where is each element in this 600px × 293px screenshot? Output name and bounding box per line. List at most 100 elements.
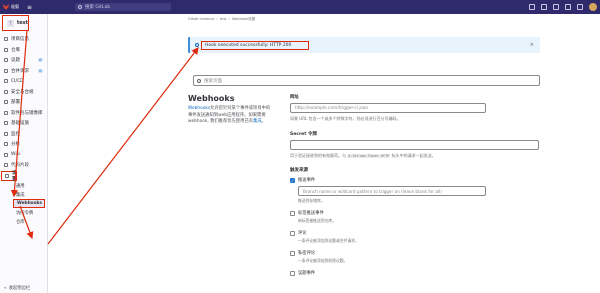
sidebar-item-snippets[interactable]: 代码片段: [0, 160, 47, 171]
search-icon: [78, 5, 82, 9]
sidebar-item-label: 仓库: [11, 47, 20, 53]
breadcrumb: Gitlab Instance › test › Webhook设置: [188, 17, 256, 21]
checkbox-icon[interactable]: [290, 250, 295, 256]
settings-search-placeholder: 搜索页面: [204, 78, 222, 84]
sidebar-item-merge-requests[interactable]: 合并请求 0: [0, 66, 47, 77]
trigger-confidential-comments[interactable]: 私密评论 一条评论被添加到机密议题。: [290, 250, 542, 264]
top-navbar: 极狐 ≡ 搜索 GitLab: [0, 0, 600, 14]
secret-label: Secret 令牌: [290, 132, 317, 137]
sidebar-item-project-info[interactable]: 项目信息: [0, 34, 47, 45]
trigger-tag-desc: 新标签被推送到仓库。: [298, 218, 336, 223]
sidebar-item-cicd[interactable]: CI/CD: [0, 76, 47, 87]
trigger-tag-push[interactable]: 标签推送事件 新标签被推送到仓库。: [290, 210, 542, 224]
sidebar-sub-repository[interactable]: 仓库: [0, 217, 47, 226]
branch-filter-input[interactable]: Branch name or wildcard pattern to trigg…: [298, 186, 486, 196]
shield-icon: [4, 89, 8, 94]
search-icon: [197, 78, 201, 83]
integrations-link[interactable]: 集成: [253, 119, 262, 124]
checkbox-checked-icon[interactable]: ✓: [290, 177, 295, 183]
merge-request-icon[interactable]: [553, 4, 559, 10]
sidebar-item-repository[interactable]: 仓库: [0, 45, 47, 56]
collapse-sidebar-button[interactable]: « 收起侧边栏: [4, 285, 31, 292]
mr-count-badge: 0: [37, 68, 43, 73]
topbar-actions: [529, 3, 597, 11]
sidebar-sub-integrations[interactable]: 集成: [0, 190, 47, 199]
sidebar-item-infrastructure[interactable]: 基础设施: [0, 118, 47, 129]
plus-icon[interactable]: [529, 4, 535, 10]
trigger-label: 触发来源: [290, 168, 308, 173]
trigger-confidential-label: 私密评论: [298, 251, 316, 256]
package-icon: [4, 110, 8, 115]
success-alert: Hook executed successfully: HTTP 200 ×: [188, 37, 540, 53]
breadcrumb-item[interactable]: Webhook设置: [232, 17, 255, 21]
sidebar-sub-webhooks[interactable]: Webhooks: [13, 199, 45, 208]
info-icon: [195, 43, 199, 47]
sidebar-item-packages[interactable]: 软件包与镜像库: [0, 108, 47, 119]
sidebar-project-header[interactable]: T test: [2, 15, 29, 31]
user-avatar[interactable]: [589, 3, 597, 11]
merge-request-icon: [4, 68, 8, 73]
sidebar-item-analytics[interactable]: 分析: [0, 139, 47, 150]
sidebar-item-label: Wiki: [11, 152, 21, 158]
sidebar-item-label: 分析: [11, 142, 20, 148]
issues-icon[interactable]: [541, 4, 547, 10]
rocket-icon: [4, 79, 8, 84]
sidebar-item-label: 合并请求: [11, 68, 29, 74]
url-field[interactable]: http://example.com/trigger-ci.json: [290, 103, 486, 113]
sidebar-item-settings[interactable]: 设置: [1, 170, 17, 182]
menu-icon[interactable]: ≡: [27, 4, 37, 11]
close-icon[interactable]: ×: [530, 42, 534, 48]
global-search-input[interactable]: 搜索 GitLab: [75, 3, 171, 11]
page-title: Webhooks: [188, 94, 235, 103]
sidebar-item-issues[interactable]: 议题 0: [0, 55, 47, 66]
url-label: 网址: [290, 95, 299, 100]
project-name: test: [16, 20, 28, 26]
url-hint: 如果 URL 包含一个或多个特殊字符，则必须进行百分号编码。: [290, 116, 401, 121]
sidebar-item-monitor[interactable]: 监控: [0, 129, 47, 140]
checkbox-icon[interactable]: [290, 210, 295, 216]
sidebar-item-wiki[interactable]: Wiki: [0, 150, 47, 161]
chart-icon: [4, 142, 8, 147]
trigger-push[interactable]: ✓ 推送事件 Branch name or wildcard pattern t…: [290, 177, 542, 204]
sidebar-sub-general[interactable]: 通用: [0, 181, 47, 190]
monitor-icon: [4, 131, 8, 136]
sidebar-item-label: CI/CD: [11, 78, 24, 84]
intro-text: Webhooks允许您针对某个事件或项目中的事件发送通知到web应用程序。如果需…: [188, 106, 271, 124]
sidebar-item-label: 部署: [11, 100, 20, 106]
breadcrumb-item[interactable]: test: [220, 17, 227, 21]
checkbox-icon[interactable]: [290, 230, 295, 236]
breadcrumb-item[interactable]: Gitlab Instance: [188, 17, 214, 21]
trigger-issues[interactable]: 议题事件: [290, 270, 542, 276]
sidebar-item-label: 议题: [11, 58, 20, 64]
trigger-comments[interactable]: 评论 一条评论被添加到议题或合并请求。: [290, 230, 542, 244]
webhooks-doc-link[interactable]: Webhooks: [188, 106, 210, 111]
trigger-confidential-desc: 一条评论被添加到机密议题。: [298, 258, 348, 263]
webhook-form: 网址 http://example.com/trigger-ci.json 如果…: [290, 94, 542, 276]
gitlab-logo-icon[interactable]: [3, 4, 9, 10]
settings-search-input[interactable]: 搜索页面: [193, 75, 540, 86]
issues-icon: [4, 58, 8, 63]
secret-token-field[interactable]: [290, 140, 539, 150]
sidebar-sub-access-tokens[interactable]: 访问令牌: [0, 208, 47, 217]
sidebar-item-security[interactable]: 安全与合规: [0, 87, 47, 98]
project-sidebar: T test 项目信息 仓库 议题 0 合并请求 0 CI/CD 安全与合规 部署 …: [0, 14, 48, 293]
collapse-sidebar-label: 收起侧边栏: [8, 286, 31, 291]
brand-label[interactable]: 极狐: [11, 4, 25, 10]
sidebar-item-label: 软件包与镜像库: [11, 110, 43, 116]
cloud-icon: [4, 121, 8, 126]
trigger-push-label: 推送事件: [298, 178, 316, 183]
info-icon: [4, 37, 8, 42]
secret-hint: 用于验证接收到的有效载荷。与 X-Gitlab-Token HTTP 标头中的请…: [290, 153, 436, 158]
trigger-issues-label: 议题事件: [298, 271, 316, 276]
todo-icon[interactable]: [565, 4, 571, 10]
deploy-icon: [4, 100, 8, 105]
checkbox-icon[interactable]: [290, 270, 295, 276]
header-code: X-Gitlab-Token HTTP: [347, 154, 391, 158]
help-icon[interactable]: [577, 4, 583, 10]
sidebar-item-label: 监控: [11, 131, 20, 137]
sidebar-item-label: 安全与合规: [11, 89, 34, 95]
webhooks-intro: Webhooks Webhooks允许您针对某个事件或项目中的事件发送通知到we…: [188, 94, 273, 126]
sidebar-item-label: 设置: [12, 170, 17, 182]
trigger-tag-label: 标签推送事件: [298, 211, 324, 216]
sidebar-item-deployments[interactable]: 部署: [0, 97, 47, 108]
